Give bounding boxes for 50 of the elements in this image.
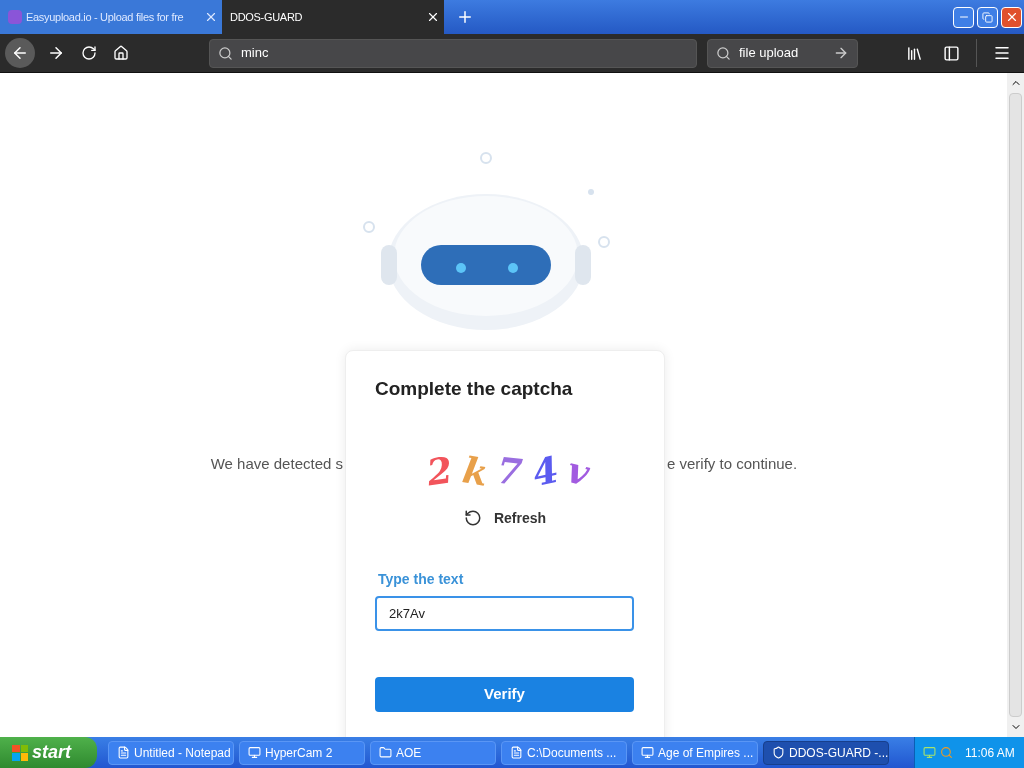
app-icon: [772, 746, 785, 759]
search-icon: [716, 45, 731, 61]
captcha-character: v: [561, 446, 595, 496]
field-label: Type the text: [378, 569, 465, 589]
sidebar-icon[interactable]: [943, 44, 960, 62]
taskbar-button[interactable]: Age of Empires ...: [632, 740, 758, 765]
app-icon: [379, 746, 392, 759]
tab-title: DDOS-GUARD: [230, 9, 304, 25]
captcha-character: k: [458, 446, 492, 496]
back-button[interactable]: [5, 38, 35, 68]
browser-tab[interactable]: Easyupload.io - Upload files for fre: [0, 0, 222, 34]
taskbar-button[interactable]: HyperCam 2: [239, 740, 365, 765]
refresh-button[interactable]: Refresh: [463, 507, 547, 529]
taskbar-button[interactable]: Untitled - Notepad: [108, 740, 234, 765]
reload-icon[interactable]: [81, 45, 97, 61]
message-text: We have detected s: [210, 454, 343, 474]
search-icon: [218, 45, 233, 61]
home-icon[interactable]: [113, 45, 129, 61]
menu-icon[interactable]: [993, 44, 1011, 62]
verify-button[interactable]: Verify: [375, 676, 634, 712]
close-button[interactable]: [1001, 6, 1022, 28]
close-icon[interactable]: [426, 10, 440, 24]
app-icon: [510, 746, 523, 759]
app-icon: [641, 746, 654, 759]
address-field[interactable]: minc: [209, 38, 697, 68]
library-icon[interactable]: [906, 44, 923, 62]
refresh-icon: [463, 509, 482, 527]
taskbar-button[interactable]: AOE: [370, 740, 496, 765]
captcha-character: 4: [527, 446, 563, 496]
browser-tab[interactable]: DDOS-GUARD: [222, 0, 444, 34]
captcha-character: 7: [494, 447, 526, 495]
captcha-character: 2: [423, 446, 457, 496]
new-tab-icon[interactable]: [456, 8, 474, 26]
card-title: Complete the captcha: [375, 377, 574, 401]
favicon-icon: [8, 10, 22, 24]
tab-title: Easyupload.io - Upload files for fre: [26, 9, 185, 25]
taskbar-button[interactable]: C:\Documents ...: [501, 740, 627, 765]
search-field[interactable]: file upload: [707, 38, 858, 68]
app-icon: [248, 746, 261, 759]
taskbar-button[interactable]: DDOS-GUARD -...: [763, 740, 889, 765]
message-text: e verify to continue.: [667, 454, 798, 474]
restore-button[interactable]: [977, 6, 998, 28]
captcha-input-field[interactable]: 2k7Av: [375, 595, 634, 631]
clock: 11:06 AM: [965, 744, 1015, 762]
start-button[interactable]: start: [0, 737, 97, 768]
minimize-button[interactable]: [953, 6, 974, 28]
scrollbar[interactable]: [1007, 73, 1024, 737]
forward-icon[interactable]: [47, 44, 65, 62]
app-icon: [117, 746, 130, 759]
restore-icon: [982, 11, 993, 23]
